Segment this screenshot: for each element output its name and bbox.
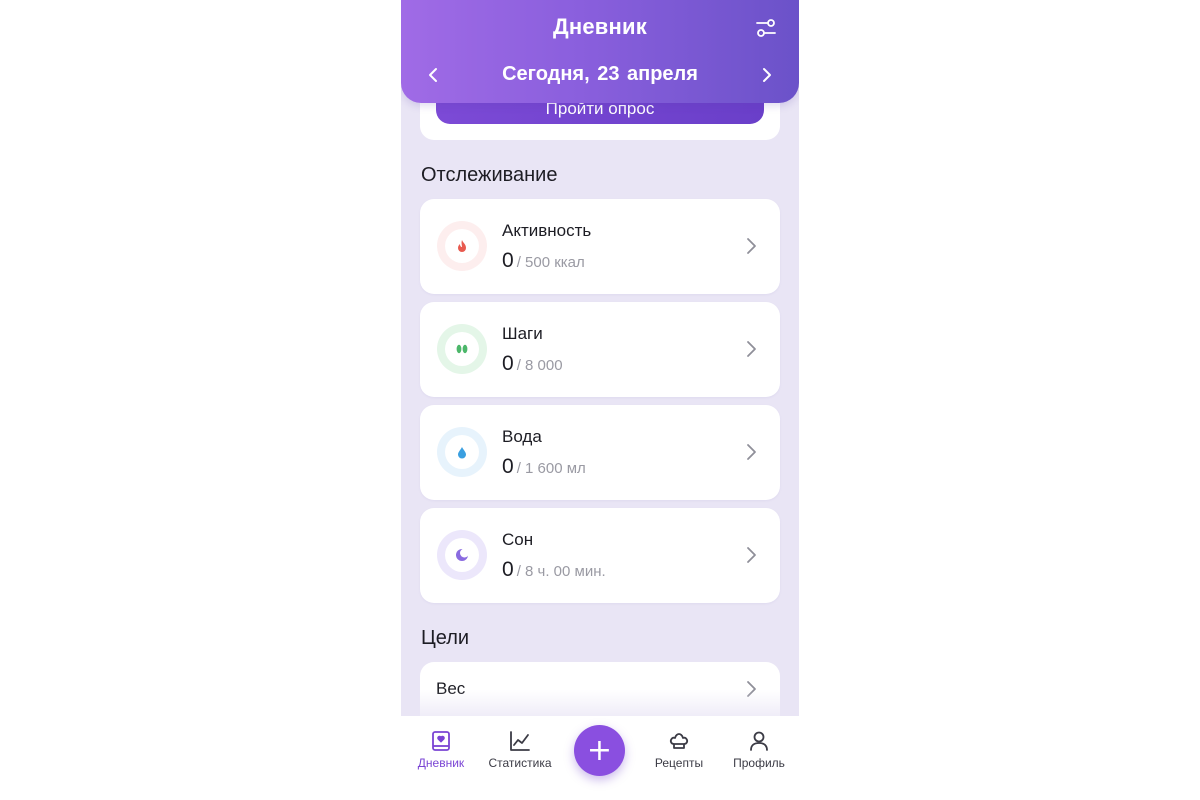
fire-icon (458, 240, 466, 252)
tracker-name: Сон (502, 530, 534, 549)
profile-icon (750, 731, 768, 751)
tracker-value: 0/ 1 600 мл (502, 455, 586, 479)
tracker-goal: / 1 600 мл (516, 460, 586, 477)
tracker-ring (437, 427, 487, 477)
nav-tab-profile[interactable]: Профиль (719, 730, 799, 770)
tracker-ring (437, 530, 487, 580)
nav-label: Дневник (417, 756, 465, 770)
chevron-right-icon (747, 444, 756, 460)
water-drop-icon (458, 446, 466, 458)
tracker-current-value: 0 (502, 249, 514, 272)
nav-tab-statistics[interactable]: Статистика (480, 730, 560, 770)
plus-icon: + (586, 732, 613, 768)
chevron-right-icon (747, 547, 756, 563)
tracker-card-sleep[interactable]: Сон 0/ 8 ч. 00 мин. (420, 508, 780, 603)
nav-tab-recipes[interactable]: Рецепты (639, 730, 719, 770)
diary-icon (432, 731, 450, 751)
filter-settings-button[interactable] (755, 17, 777, 39)
tracker-value: 0/ 8 000 (502, 352, 563, 376)
tracker-value: 0/ 500 ккал (502, 249, 585, 273)
tracker-current-value: 0 (502, 455, 514, 478)
tracker-current-value: 0 (502, 352, 514, 375)
footsteps-icon (456, 344, 468, 354)
nav-label: Рецепты (654, 756, 704, 770)
app-header: Дневник Сегодня, 23 апреля (401, 0, 799, 103)
tracker-card-steps[interactable]: Шаги 0/ 8 000 (420, 302, 780, 397)
tracking-section-title: Отслеживание (421, 164, 558, 186)
bottom-navigation: Дневник Статистика + Рецепты Профиль (401, 716, 799, 800)
date-selector: Сегодня, 23 апреля (401, 60, 799, 92)
tracker-card-activity[interactable]: Активность 0/ 500 ккал (420, 199, 780, 294)
scroll-fade (401, 690, 799, 716)
current-date[interactable]: Сегодня, 23 апреля (401, 63, 799, 86)
tracker-name: Активность (502, 221, 592, 240)
tracker-card-water[interactable]: Вода 0/ 1 600 мл (420, 405, 780, 500)
nav-label: Профиль (733, 756, 785, 770)
page-title: Дневник (553, 14, 647, 39)
app-screen: Дневник Сегодня, 23 апреля Пройти опрос … (401, 0, 799, 800)
goals-section-title: Цели (421, 627, 470, 649)
tracker-name: Шаги (502, 324, 543, 343)
tracker-goal: / 500 ккал (516, 254, 585, 271)
chef-hat-icon (669, 733, 689, 749)
next-day-button[interactable] (757, 66, 775, 84)
tracker-ring (437, 221, 487, 271)
add-entry-button[interactable]: + (574, 725, 625, 776)
tracker-goal: / 8 ч. 00 мин. (516, 563, 606, 580)
chevron-right-icon (763, 68, 771, 82)
tracker-value: 0/ 8 ч. 00 мин. (502, 558, 606, 582)
moon-icon (456, 548, 469, 561)
chart-icon (510, 731, 530, 751)
nav-label: Статистика (488, 756, 552, 770)
chevron-right-icon (747, 238, 756, 254)
tracker-name: Вода (502, 427, 542, 446)
chevron-right-icon (747, 341, 756, 357)
tracker-current-value: 0 (502, 558, 514, 581)
tracker-ring (437, 324, 487, 374)
tracker-goal: / 8 000 (516, 357, 563, 374)
sliders-icon (756, 19, 776, 37)
nav-tab-diary[interactable]: Дневник (401, 730, 481, 770)
